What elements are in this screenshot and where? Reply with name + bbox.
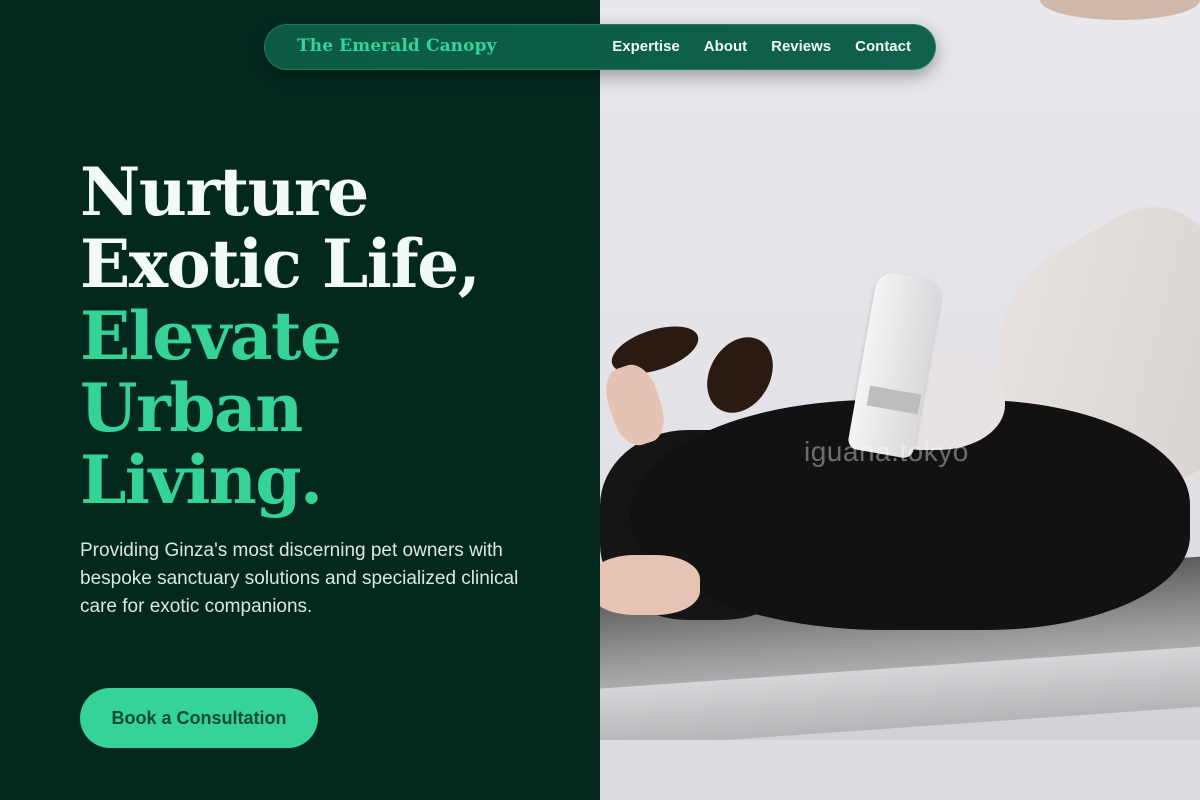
nav-link-reviews[interactable]: Reviews <box>771 38 831 55</box>
nav-link-expertise[interactable]: Expertise <box>612 38 680 55</box>
nav-links: Expertise About Reviews Contact <box>612 38 911 55</box>
nav-link-contact[interactable]: Contact <box>855 38 911 55</box>
photo-watermark: iguana.tokyo <box>804 436 969 467</box>
top-navigation: The Emerald Canopy Expertise About Revie… <box>264 24 936 70</box>
hero-left-panel: Nurture Exotic Life, Elevate Urban Livin… <box>0 0 600 800</box>
headline-accent-line: Living. <box>80 441 323 519</box>
hero-headline: Nurture Exotic Life, Elevate Urban Livin… <box>80 153 481 519</box>
hero-photo: iguana.tokyo <box>600 0 1200 800</box>
brand-logo[interactable]: The Emerald Canopy <box>297 36 497 56</box>
headline-accent-line: Urban <box>80 369 303 447</box>
hand-shape <box>600 555 700 615</box>
exam-table-base-shape <box>600 740 1200 800</box>
headline-line: Exotic Life, <box>80 225 481 303</box>
arm-shape <box>1040 0 1200 20</box>
hero-description: Providing Ginza's most discerning pet ow… <box>80 540 519 617</box>
headline-line: Nurture <box>80 153 369 231</box>
book-consultation-button[interactable]: Book a Consultation <box>80 688 318 748</box>
headline-accent-line: Elevate <box>80 297 342 375</box>
nav-link-about[interactable]: About <box>704 38 747 55</box>
